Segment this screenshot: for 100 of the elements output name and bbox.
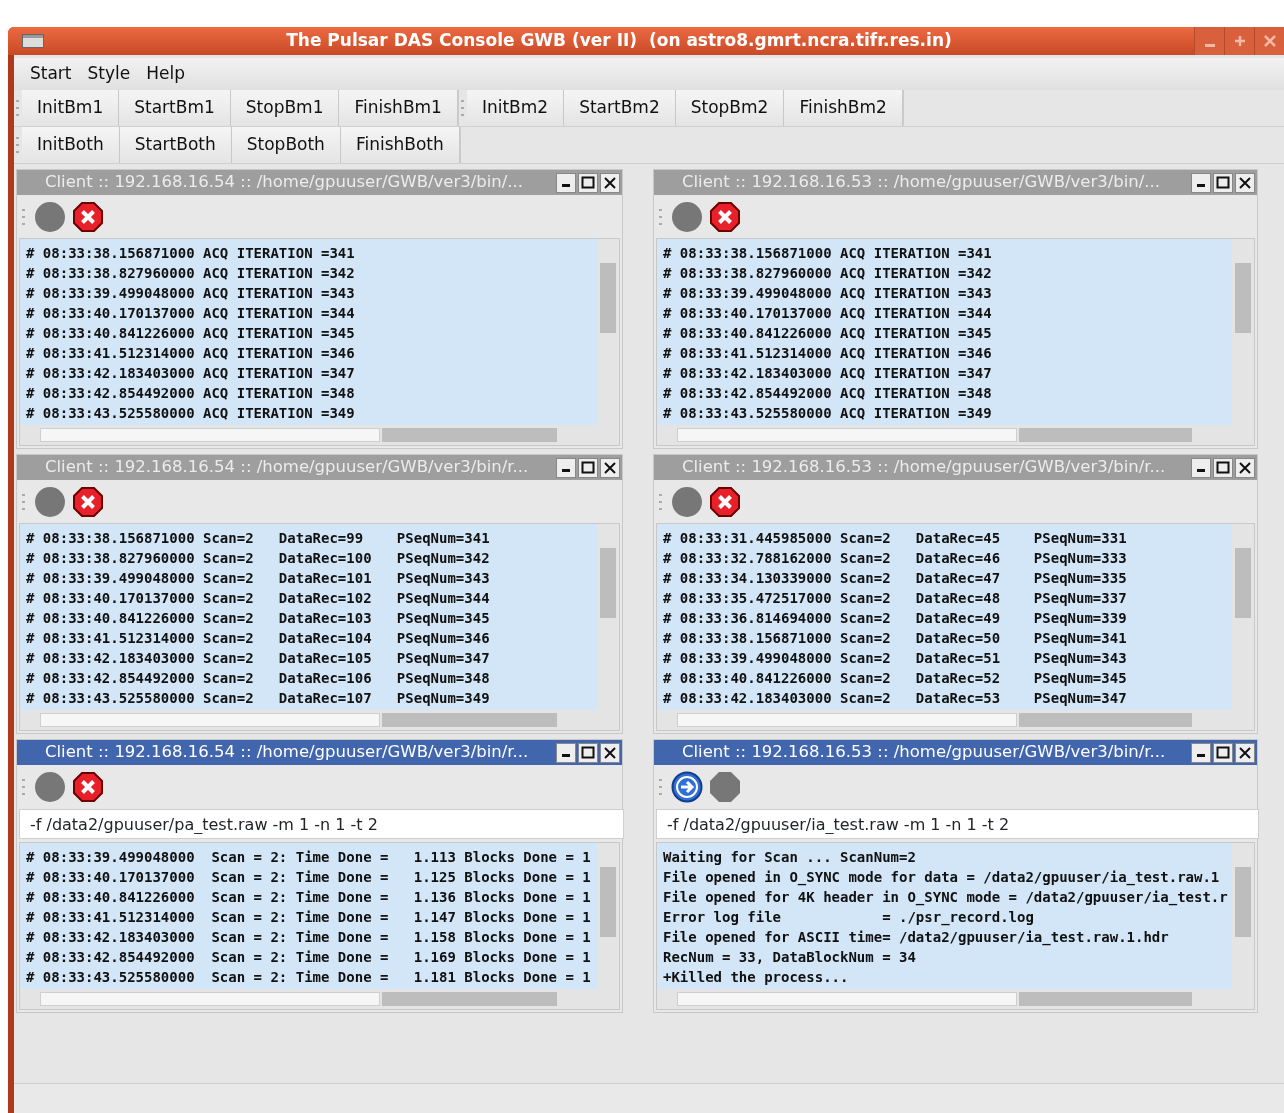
log-line: # 08:33:42.854492000 Scan=2 DataRec=106 PSeqNum=348	[26, 669, 491, 688]
log-line: File opened in O_SYNC mode for data = /data2/gpuuser/ia_test.raw.1	[663, 868, 1221, 887]
log-line: # 08:33:40.841226000 Scan = 2: Time Done = 1.136 Blocks Done = 1	[26, 888, 592, 907]
maximize-button[interactable]	[1213, 172, 1233, 193]
close-button[interactable]	[600, 457, 620, 478]
log-line: Error log file = ./psr_record.log	[663, 908, 1035, 927]
circle-icon[interactable]	[34, 770, 66, 803]
toolbar-button[interactable]: InitBoth	[22, 127, 120, 163]
error-icon[interactable]	[709, 200, 741, 233]
maximize-icon	[581, 175, 595, 190]
minimize-button[interactable]	[1191, 742, 1211, 763]
log-line: # 08:33:34.130339000 Scan=2 DataRec=47 PSeqNum=335	[663, 569, 1128, 588]
minimize-icon	[562, 754, 570, 757]
log-line: # 08:33:39.499048000 Scan=2 DataRec=51 PSeqNum=343	[663, 649, 1128, 668]
toolbar-button[interactable]: StopBm1	[230, 90, 340, 126]
error-icon[interactable]	[72, 200, 104, 233]
log-line: # 08:33:40.841226000 ACQ ITERATION =345	[663, 324, 993, 343]
horizontal-scrollbar[interactable]	[20, 989, 619, 1009]
minimize-button[interactable]	[556, 172, 576, 193]
maximize-button[interactable]	[1213, 457, 1233, 478]
log-line: # 08:33:42.183403000 ACQ ITERATION =347	[663, 364, 993, 383]
log-line: # 08:33:42.854492000 Scan = 2: Time Done = 1.169 Blocks Done = 1	[26, 948, 592, 967]
toolbar-button[interactable]: StopBm2	[675, 90, 785, 126]
log-line: # 08:33:40.170137000 Scan = 2: Time Done = 1.125 Blocks Done = 1	[26, 868, 592, 887]
toolbar-button[interactable]: FinishBm2	[784, 90, 903, 126]
maximize-icon	[1216, 745, 1230, 760]
close-button[interactable]	[600, 172, 620, 193]
toolbar-button[interactable]: StopBoth	[231, 127, 341, 163]
vertical-scrollbar[interactable]	[597, 524, 619, 710]
minimize-button[interactable]	[1191, 457, 1211, 478]
octagon-icon[interactable]	[709, 770, 741, 803]
maximize-button[interactable]	[578, 457, 598, 478]
grip-icon[interactable]	[659, 777, 663, 796]
vertical-scrollbar[interactable]	[1232, 524, 1254, 710]
command-field[interactable]: -f /data2/gpuuser/ia_test.raw -m 1 -n 1 -t 2	[656, 809, 1259, 839]
log-line: # 08:33:43.525580000 Scan = 2: Time Done = 1.181 Blocks Done = 1	[26, 968, 592, 987]
log-line: # 08:33:41.512314000 Scan=2 DataRec=104 PSeqNum=346	[26, 629, 491, 648]
log-line: # 08:33:40.170137000 ACQ ITERATION =344	[663, 304, 993, 323]
maximize-icon	[1216, 460, 1230, 475]
grip-icon[interactable]	[22, 492, 26, 511]
log-line: # 08:33:43.525580000 ACQ ITERATION =349	[663, 404, 993, 423]
toolbar-button[interactable]: FinishBoth	[340, 127, 460, 163]
close-button[interactable]	[600, 742, 620, 763]
error-icon[interactable]	[709, 485, 741, 518]
log-line: # 08:33:40.841226000 ACQ ITERATION =345	[26, 324, 356, 343]
minimize-button[interactable]	[556, 457, 576, 478]
grip-icon[interactable]	[659, 492, 663, 511]
horizontal-scrollbar[interactable]	[20, 710, 619, 730]
close-icon	[603, 460, 617, 475]
horizontal-scrollbar[interactable]	[20, 425, 619, 445]
log-line: # 08:33:39.499048000 Scan=2 DataRec=101 PSeqNum=343	[26, 569, 491, 588]
grip-icon[interactable]	[22, 207, 26, 226]
circle-icon[interactable]	[34, 485, 66, 518]
toolbar-button[interactable]: StartBm2	[564, 90, 676, 126]
circle-icon[interactable]	[671, 485, 703, 518]
circle-icon[interactable]	[34, 200, 66, 233]
log-line: File opened for 4K header in O_SYNC mode = /data2/gpuuser/ia_test.r	[663, 888, 1229, 907]
grip-icon[interactable]	[659, 207, 663, 226]
close-button[interactable]	[1235, 457, 1255, 478]
close-button[interactable]	[1235, 172, 1255, 193]
vertical-scrollbar[interactable]	[597, 239, 619, 425]
minimize-button[interactable]	[556, 742, 576, 763]
log-line: # 08:33:41.512314000 Scan = 2: Time Done = 1.147 Blocks Done = 1	[26, 908, 592, 927]
grip-icon[interactable]	[16, 99, 20, 117]
command-field[interactable]: -f /data2/gpuuser/pa_test.raw -m 1 -n 1 -t 2	[19, 809, 624, 839]
log-line: # 08:33:43.525580000 ACQ ITERATION =349	[26, 404, 356, 423]
grip-icon[interactable]	[22, 777, 26, 796]
menu-item[interactable]: Style	[79, 59, 139, 89]
minimize-icon	[1204, 43, 1215, 47]
panel-title: Client :: 192.168.16.54 :: /home/gpuuser/GWB/ver3/bin/...	[45, 171, 525, 194]
horizontal-scrollbar[interactable]	[657, 989, 1254, 1009]
minimize-icon	[1197, 754, 1205, 757]
maximize-button[interactable]	[578, 172, 598, 193]
circle-icon[interactable]	[671, 200, 703, 233]
minimize-icon	[562, 184, 570, 187]
grip-icon[interactable]	[16, 136, 20, 154]
maximize-button[interactable]	[1213, 742, 1233, 763]
toolbar-button[interactable]: InitBm1	[22, 90, 120, 126]
close-icon	[603, 175, 617, 190]
toolbar-button[interactable]: StartBoth	[119, 127, 232, 163]
toolbar-button[interactable]: InitBm2	[466, 90, 565, 126]
horizontal-scrollbar[interactable]	[657, 425, 1254, 445]
horizontal-scrollbar[interactable]	[657, 710, 1254, 730]
vertical-scrollbar[interactable]	[1232, 239, 1254, 425]
panel-title: Client :: 192.168.16.53 :: /home/gpuuser/GWB/ver3/bin/r...	[682, 741, 1167, 764]
grip-icon[interactable]	[460, 99, 465, 117]
error-icon[interactable]	[72, 770, 104, 803]
window-icon	[22, 34, 44, 48]
close-button[interactable]	[1235, 742, 1255, 763]
log-line: # 08:33:39.499048000 ACQ ITERATION =343	[663, 284, 993, 303]
vertical-scrollbar[interactable]	[597, 843, 619, 989]
toolbar-button[interactable]: StartBm1	[119, 90, 231, 126]
menu-item[interactable]: Start	[22, 59, 80, 89]
toolbar-button[interactable]: FinishBm1	[339, 90, 458, 126]
vertical-scrollbar[interactable]	[1232, 843, 1254, 989]
menu-item[interactable]: Help	[138, 59, 193, 89]
log-line: # 08:33:39.499048000 Scan = 2: Time Done = 1.113 Blocks Done = 1	[26, 848, 592, 867]
maximize-button[interactable]	[578, 742, 598, 763]
error-icon[interactable]	[72, 485, 104, 518]
minimize-button[interactable]	[1191, 172, 1211, 193]
